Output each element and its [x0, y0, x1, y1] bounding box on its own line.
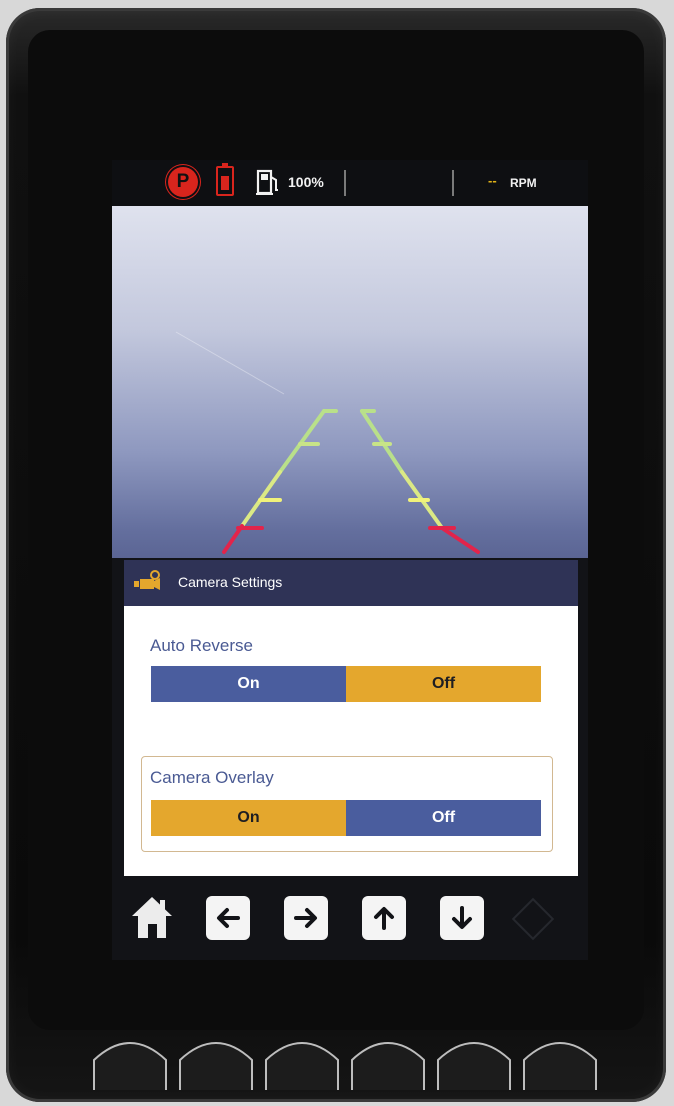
- parking-brake-icon: P: [170, 169, 196, 195]
- auto-reverse-on-button[interactable]: On: [151, 666, 346, 702]
- arrow-left-button[interactable]: [206, 896, 250, 940]
- hardware-key[interactable]: [90, 1030, 170, 1092]
- hardware-key[interactable]: [262, 1030, 342, 1092]
- arrow-up-button[interactable]: [362, 896, 406, 940]
- camera-settings-panel: Camera Settings Auto Reverse On Off Came…: [124, 560, 578, 876]
- status-bar: P 100% -- RPM: [112, 160, 588, 206]
- panel-title: Camera Settings: [178, 574, 283, 590]
- rear-camera-view: [112, 206, 588, 558]
- camera-overlay-off-button[interactable]: Off: [346, 800, 541, 836]
- hardware-key[interactable]: [176, 1030, 256, 1092]
- auto-reverse-label: Auto Reverse: [150, 636, 253, 655]
- arrow-down-button[interactable]: [440, 896, 484, 940]
- guideline-right: [360, 409, 480, 554]
- hardware-key-row: [70, 1030, 610, 1092]
- status-separator: [344, 170, 346, 196]
- home-icon[interactable]: [130, 894, 174, 942]
- battery-icon: [216, 163, 234, 196]
- camera-overlay-toggle: On Off: [151, 800, 541, 836]
- panel-header: Camera Settings: [124, 560, 578, 606]
- arrow-down-icon: [452, 906, 472, 929]
- fuel-level-text: 100%: [288, 174, 324, 190]
- hardware-key[interactable]: [434, 1030, 514, 1092]
- camera-overlay-on-button[interactable]: On: [151, 800, 346, 836]
- hardware-key[interactable]: [348, 1030, 428, 1092]
- hardware-key[interactable]: [520, 1030, 600, 1092]
- camera-settings-icon: [134, 570, 160, 590]
- arrow-up-icon: [374, 907, 394, 930]
- camera-overlay-label: Camera Overlay: [150, 768, 274, 787]
- enter-icon[interactable]: [511, 897, 555, 941]
- rpm-label: RPM: [510, 176, 537, 190]
- arrow-left-icon: [217, 908, 240, 928]
- arrow-right-icon: [294, 908, 317, 928]
- display-screen: P 100% -- RPM Camera Settings Auto Rever…: [112, 160, 588, 960]
- auto-reverse-toggle: On Off: [151, 666, 541, 702]
- auto-reverse-off-button[interactable]: Off: [346, 666, 541, 702]
- arrow-right-button[interactable]: [284, 896, 328, 940]
- status-separator: [452, 170, 454, 196]
- nav-bar: [112, 876, 588, 960]
- fuel-pump-icon: [256, 169, 278, 195]
- camera-guidelines: [175, 331, 480, 554]
- guideline-left: [222, 409, 338, 554]
- rpm-value: --: [488, 173, 497, 188]
